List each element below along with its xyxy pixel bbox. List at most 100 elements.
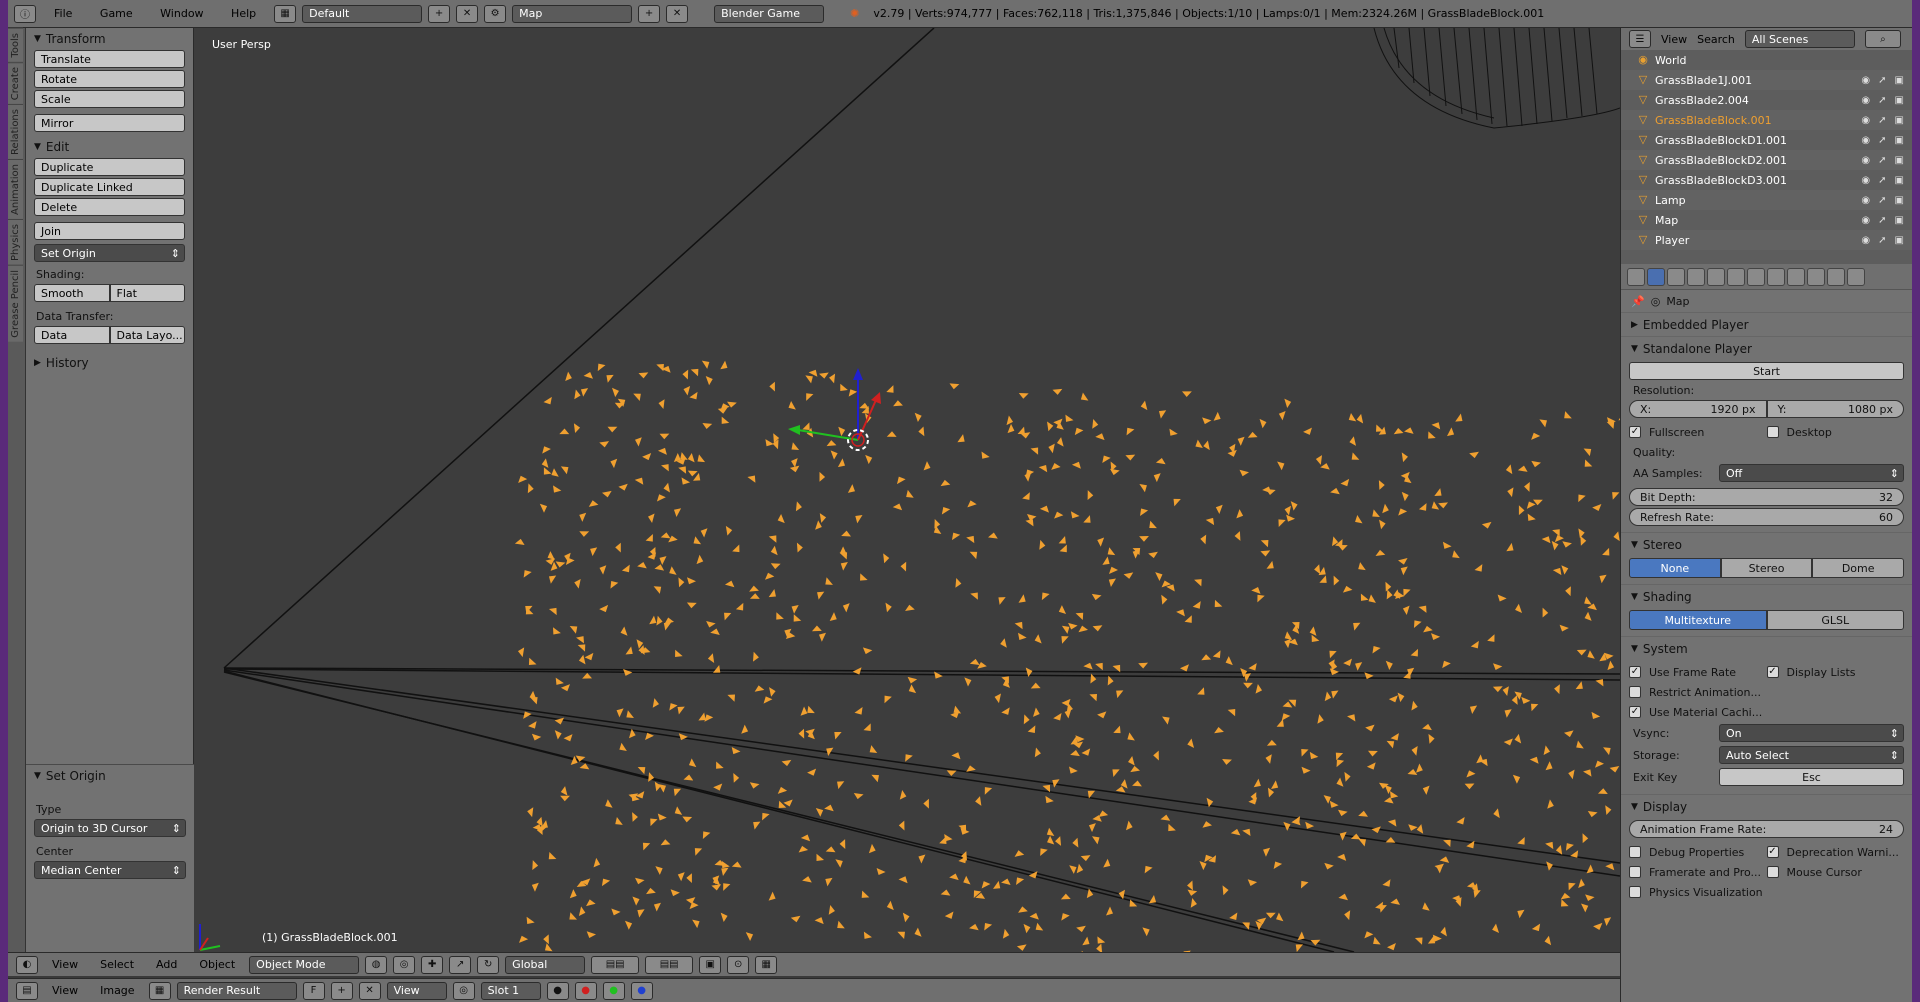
fullscreen-checkbox[interactable]: ✓ Fullscreen — [1629, 422, 1767, 442]
mode-select[interactable]: Object Mode — [249, 955, 360, 974]
stereo-header[interactable]: ▼ Stereo — [1621, 532, 1912, 556]
constraints-tab-icon[interactable] — [1747, 267, 1765, 286]
select-arrow-icon[interactable]: ➚ — [1878, 115, 1886, 126]
select-arrow-icon[interactable]: ➚ — [1878, 235, 1886, 246]
slot-select[interactable]: Slot 1 — [480, 981, 541, 1000]
resolution-x-field[interactable]: X: 1920 px — [1629, 400, 1767, 418]
image-new-icon[interactable]: + — [330, 981, 353, 1000]
remove-layout-icon[interactable]: ✕ — [456, 4, 479, 23]
outliner-item[interactable]: ▽ GrassBladeBlockD1.001 ◉ ➚ ▣ — [1621, 130, 1912, 150]
world-tab-icon[interactable] — [1707, 267, 1725, 286]
join-button[interactable]: Join — [34, 222, 185, 240]
search-icon[interactable]: ⌕ — [1864, 30, 1901, 48]
embedded-player-header[interactable]: ▶ Embedded Player — [1621, 312, 1912, 336]
eye-icon[interactable]: ◉ — [1861, 115, 1870, 126]
channel-r-icon[interactable]: ● — [574, 981, 597, 1000]
fake-user-button[interactable]: F — [302, 981, 325, 1000]
display-header[interactable]: ▼ Display — [1621, 794, 1912, 818]
exit-key-field[interactable]: Esc — [1719, 768, 1904, 786]
visibility-toggles[interactable]: ◉ ➚ ▣ — [1861, 75, 1904, 86]
render-camera-icon[interactable]: ▣ — [1895, 175, 1904, 186]
data-button[interactable]: Data — [34, 326, 110, 344]
image-name-field[interactable]: Render Result — [176, 981, 297, 1000]
tab-animation[interactable]: Animation — [8, 158, 23, 219]
history-panel-header[interactable]: ▶ History — [26, 352, 193, 374]
visibility-toggles[interactable]: ◉ ➚ ▣ — [1861, 155, 1904, 166]
edit-panel-header[interactable]: ▼ Edit — [26, 136, 193, 158]
image-view-select[interactable]: View — [386, 981, 447, 1000]
pin-icon[interactable]: 📌 — [1631, 295, 1645, 308]
visibility-toggles[interactable]: ◉ ➚ ▣ — [1861, 95, 1904, 106]
visibility-toggles[interactable]: ◉ ➚ ▣ — [1861, 235, 1904, 246]
screen-layout-field[interactable]: Default — [302, 4, 423, 23]
channel-rgba-icon[interactable]: ● — [546, 981, 569, 1000]
3d-viewport[interactable]: User Persp (1) GrassBladeBlock.001 — [194, 28, 1620, 952]
data-tab-icon[interactable] — [1787, 267, 1805, 286]
flat-button[interactable]: Flat — [109, 284, 185, 302]
duplicate-button[interactable]: Duplicate — [34, 158, 185, 176]
render-camera-icon[interactable]: ▣ — [1895, 115, 1904, 126]
use-frame-rate-checkbox[interactable]: ✓ Use Frame Rate — [1629, 662, 1767, 682]
tab-tools[interactable]: Tools — [8, 28, 23, 62]
debug-properties-checkbox[interactable]: Debug Properties — [1629, 842, 1767, 862]
image-menu-view[interactable]: View — [52, 984, 78, 997]
operator-header[interactable]: ▼ Set Origin — [26, 765, 194, 787]
menu-help[interactable]: Help — [231, 7, 256, 20]
render-camera-icon[interactable]: ▣ — [1895, 135, 1904, 146]
outliner-item[interactable]: ▽ GrassBladeBlockD3.001 ◉ ➚ ▣ — [1621, 170, 1912, 190]
menu-game[interactable]: Game — [100, 7, 133, 20]
image-unlink-icon[interactable]: ✕ — [358, 981, 381, 1000]
multitexture-button[interactable]: Multitexture — [1629, 610, 1767, 630]
transform-panel-header[interactable]: ▼ Transform — [26, 28, 193, 50]
render-camera-icon[interactable]: ▣ — [1895, 75, 1904, 86]
outliner-item[interactable]: ▽ Player ◉ ➚ ▣ — [1621, 230, 1912, 250]
tab-relations[interactable]: Relations — [8, 103, 23, 159]
rotate-button[interactable]: Rotate — [34, 70, 185, 88]
pivot-icon[interactable]: ◎ — [393, 955, 416, 974]
translate-manip-icon[interactable]: ↗ — [449, 955, 472, 974]
center-dropdown[interactable]: Median Center ⇕ — [34, 861, 186, 879]
smooth-button[interactable]: Smooth — [34, 284, 110, 302]
snap-icon[interactable]: ⊙ — [727, 955, 750, 974]
outliner-item[interactable]: ▽ Map ◉ ➚ ▣ — [1621, 210, 1912, 230]
stereo-stereo-button[interactable]: Stereo — [1720, 558, 1813, 578]
refresh-rate-field[interactable]: Refresh Rate: 60 — [1629, 508, 1904, 526]
outliner-item[interactable]: ▽ GrassBladeBlock.001 ◉ ➚ ▣ — [1621, 110, 1912, 130]
manipulator-icon[interactable]: ✚ — [421, 955, 444, 974]
outliner-item[interactable]: ◉ World — [1621, 50, 1912, 70]
translate-button[interactable]: Translate — [34, 50, 185, 68]
standalone-player-header[interactable]: ▼ Standalone Player — [1621, 336, 1912, 360]
duplicate-linked-button[interactable]: Duplicate Linked — [34, 178, 185, 196]
menu-object[interactable]: Object — [199, 958, 235, 971]
tab-physics[interactable]: Physics — [8, 218, 23, 265]
menu-select[interactable]: Select — [100, 958, 134, 971]
select-arrow-icon[interactable]: ➚ — [1878, 155, 1886, 166]
origin-type-dropdown[interactable]: Origin to 3D Cursor ⇕ — [34, 819, 186, 837]
screen-layout-icon[interactable]: ▦ — [274, 4, 297, 23]
menu-view[interactable]: View — [52, 958, 78, 971]
render-camera-icon[interactable]: ▣ — [1895, 155, 1904, 166]
stereo-dome-button[interactable]: Dome — [1812, 558, 1905, 578]
render-camera-icon[interactable]: ▣ — [1895, 235, 1904, 246]
use-material-cache-checkbox[interactable]: ✓ Use Material Cachi... — [1629, 702, 1904, 722]
delete-button[interactable]: Delete — [34, 198, 185, 216]
mouse-cursor-checkbox[interactable]: Mouse Cursor — [1766, 862, 1905, 882]
pivot-image-icon[interactable]: ◎ — [452, 981, 475, 1000]
menu-file[interactable]: File — [54, 7, 72, 20]
eye-icon[interactable]: ◉ — [1861, 95, 1870, 106]
system-header[interactable]: ▼ System — [1621, 636, 1912, 660]
physics-tab-icon[interactable] — [1847, 267, 1865, 286]
desktop-checkbox[interactable]: Desktop — [1766, 422, 1905, 442]
resolution-y-field[interactable]: Y: 1080 px — [1766, 400, 1904, 418]
image-browse-icon[interactable]: ▦ — [148, 981, 171, 1000]
outliner-item[interactable]: ▽ GrassBladeBlockD2.001 ◉ ➚ ▣ — [1621, 150, 1912, 170]
glsl-button[interactable]: GLSL — [1766, 610, 1904, 630]
start-button[interactable]: Start — [1629, 362, 1904, 380]
layers-icon[interactable]: ▤▤ — [591, 955, 640, 974]
bit-depth-field[interactable]: Bit Depth: 32 — [1629, 488, 1904, 506]
eye-icon[interactable]: ◉ — [1861, 175, 1870, 186]
texture-tab-icon[interactable] — [1827, 267, 1845, 286]
select-arrow-icon[interactable]: ➚ — [1878, 135, 1886, 146]
outliner-view-menu[interactable]: View — [1661, 33, 1687, 46]
image-editor-icon[interactable]: ▤ — [16, 981, 38, 1000]
